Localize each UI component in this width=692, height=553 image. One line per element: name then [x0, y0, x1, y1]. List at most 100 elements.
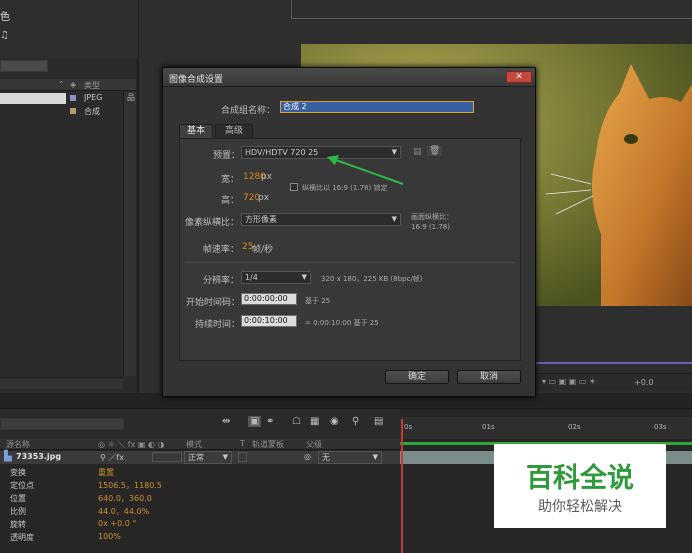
time-ruler[interactable]: 0s 01s 02s 03s	[400, 417, 692, 439]
column-t[interactable]: T	[240, 439, 245, 448]
switches-icons: ◎ ☼ ＼ fx ▣ ◐ ◑	[98, 440, 165, 449]
current-time-indicator[interactable]	[401, 419, 403, 553]
dialog-titlebar[interactable]: 图像合成设置	[163, 68, 535, 87]
transform-group[interactable]: 变换 重置	[0, 466, 400, 479]
width-unit: px	[261, 172, 273, 182]
project-item[interactable]: JPEG	[0, 93, 122, 104]
project-panel: 色 ♫ ⌃ ◈ 类型 JPEG 合成 品	[0, 0, 138, 393]
composition-settings-dialog: 图像合成设置 ✕ 合成组名称： 合成 2 基本 高级 预置： HDV/HDTV …	[162, 67, 536, 397]
height-label: 高：	[221, 196, 240, 206]
column-mode[interactable]: 模式	[186, 439, 202, 450]
timeline-search-input[interactable]	[0, 418, 124, 430]
resolution-select[interactable]: 1/4 ▼	[241, 271, 311, 284]
column-source-name[interactable]: 源名称	[6, 439, 30, 450]
lock-aspect-checkbox[interactable]	[290, 183, 298, 191]
ruler-tick-2: 02s	[568, 423, 581, 431]
label-color-swatch[interactable]	[70, 95, 76, 101]
opacity-row[interactable]: 透明度 100%	[0, 531, 400, 544]
pixel-aspect-value: 方形像素	[245, 215, 277, 224]
position-label: 位置	[10, 494, 26, 503]
viewer-tab-line	[291, 18, 692, 19]
project-item[interactable]: 合成	[0, 106, 122, 117]
framerate-unit: 帧/秒	[252, 245, 274, 255]
network-icon: 品	[127, 93, 135, 102]
scale-value[interactable]: 44.0，44.0%	[98, 506, 149, 517]
ruler-tick-3: 03s	[654, 423, 667, 431]
opacity-value[interactable]: 100%	[98, 532, 121, 541]
column-type[interactable]: 类型	[84, 80, 100, 91]
anchor-point-value[interactable]: 1506.5，1180.5	[98, 480, 162, 491]
section-divider	[185, 262, 515, 263]
rotation-value[interactable]: 0x +0.0 °	[98, 519, 136, 528]
parent-select[interactable]: 无 ▼	[318, 451, 382, 464]
project-item-type: 合成	[84, 107, 100, 116]
pixel-aspect-select[interactable]: 方形像素 ▼	[241, 213, 401, 226]
motion-blur-icon[interactable]: ◉	[330, 416, 339, 427]
transform-reset[interactable]: 重置	[98, 467, 114, 478]
save-preset-icon[interactable]: ▤	[413, 147, 422, 157]
anchor-point-row[interactable]: 定位点 1506.5，1180.5	[0, 479, 400, 492]
switches-icon[interactable]: ⚲ ／fx	[100, 452, 124, 463]
watermark-title: 百科全说	[526, 463, 634, 494]
column-trkmat[interactable]: 轨道蒙板	[252, 439, 284, 450]
rotation-row[interactable]: 旋转 0x +0.0 °	[0, 518, 400, 531]
image-file-icon: ▙	[4, 451, 12, 462]
watermark-logo: 百科全说 助你轻松解决	[494, 444, 666, 528]
timeline-column-header: 源名称 ◎ ☼ ＼ fx ▣ ◐ ◑ 模式 T 轨道蒙板 父级	[0, 438, 400, 450]
tag-icon: ◈	[70, 80, 77, 89]
duration-info: = 0:00:10:00 基于 25	[305, 319, 379, 327]
comp-name-label: 合成组名称：	[221, 106, 276, 116]
project-item-type: JPEG	[84, 93, 103, 102]
opacity-label: 透明度	[10, 533, 34, 542]
brainstorm-icon[interactable]: ▤	[374, 416, 383, 427]
blend-mode-select[interactable]: 正常 ▼	[184, 451, 232, 464]
start-timecode-input[interactable]: 0:00:00:00	[241, 293, 297, 305]
preserve-transparency-checkbox[interactable]	[238, 452, 247, 462]
cancel-button[interactable]: 取消	[457, 370, 521, 384]
project-search-input[interactable]	[0, 60, 48, 72]
graph-editor-icon[interactable]: ⚲	[352, 416, 359, 427]
viewer-divider	[291, 0, 292, 18]
chevron-down-icon: ▼	[222, 453, 228, 461]
resolution-info: 320 x 180，225 KB (8bpc/帧)	[321, 275, 423, 283]
viewer-tool-icons[interactable]: ▾ ▭ ▣ ▣ ▭ ✶	[542, 377, 596, 386]
column-parent[interactable]: 父级	[306, 439, 322, 450]
frame-blending-icon[interactable]: ▦	[310, 416, 319, 427]
close-button[interactable]: ✕	[506, 71, 532, 83]
live-update-icon[interactable]: ▣	[248, 416, 262, 427]
ok-button[interactable]: 确定	[385, 370, 449, 384]
chevron-down-icon: ▼	[301, 273, 307, 281]
shy-icon[interactable]: ☖	[292, 416, 301, 427]
tab-basic[interactable]: 基本	[179, 124, 213, 138]
scale-label: 比例	[10, 507, 26, 516]
project-column-header: ⌃ ◈ 类型	[0, 79, 136, 91]
delete-preset-icon[interactable]: 🗑	[427, 146, 443, 156]
scale-row[interactable]: 比例 44.0，44.0%	[0, 505, 400, 518]
comp-name-input[interactable]: 合成 2	[280, 101, 474, 113]
duration-input[interactable]: 0:00:10:00	[241, 315, 297, 327]
tab-advanced[interactable]: 高级	[215, 124, 253, 138]
ruler-tick-1: 01s	[482, 423, 495, 431]
preset-label: 预置：	[213, 151, 241, 161]
exposure-readout[interactable]: +0.0	[634, 378, 653, 387]
layer-name[interactable]: 73353.jpg	[16, 452, 61, 461]
project-horizontal-scrollbar[interactable]	[0, 377, 123, 389]
position-value[interactable]: 640.0，360.0	[98, 493, 152, 504]
timeline-toolbar: ⇹ ▣ ⚭ ☖ ▦ ◉ ⚲ ▤	[0, 409, 400, 437]
pickwhip-icon[interactable]: ◎	[304, 452, 311, 461]
audio-icon: ♫	[0, 30, 9, 41]
start-timecode-base: 基于 25	[305, 297, 331, 305]
sort-arrow-icon[interactable]: ⌃	[58, 80, 65, 89]
project-scrollbar[interactable]: 品	[123, 92, 136, 376]
draft-3d-icon[interactable]: ⚭	[266, 416, 274, 427]
viewer-region-bar	[529, 362, 692, 364]
dialog-title: 图像合成设置	[169, 75, 224, 85]
switch-boxes[interactable]	[152, 452, 182, 462]
height-unit: px	[258, 193, 270, 203]
layer-row[interactable]: ▙ 73353.jpg ⚲ ／fx 正常 ▼ ◎ 无 ▼	[0, 451, 400, 464]
blend-mode-value: 正常	[188, 453, 204, 462]
label-color-swatch[interactable]	[70, 108, 76, 114]
position-row[interactable]: 位置 640.0，360.0	[0, 492, 400, 505]
comp-flowchart-icon[interactable]: ⇹	[222, 416, 230, 427]
framerate-label: 帧速率：	[203, 245, 240, 255]
